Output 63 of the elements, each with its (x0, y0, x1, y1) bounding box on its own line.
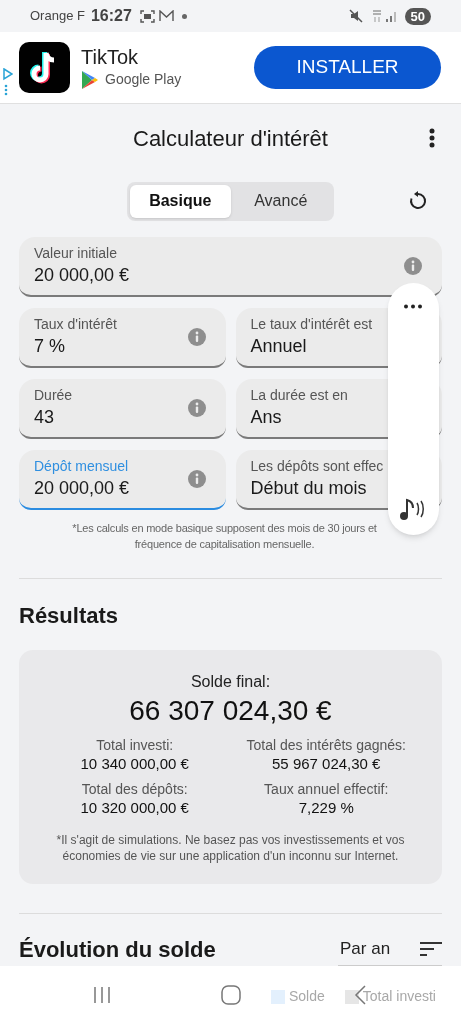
field-value: 43 (34, 406, 56, 429)
field-label: Durée (34, 386, 74, 404)
sound-note-icon[interactable] (399, 497, 427, 521)
mode-tab[interactable]: Avancé (230, 184, 331, 218)
stat-value: 10 320 000,00 € (80, 798, 189, 818)
field-label: La durée est en (250, 386, 349, 404)
app-name: TikTok (81, 45, 140, 69)
input-field[interactable]: Taux d'intérêt 7 % (19, 308, 226, 368)
note-text: *Les calculs en mode basique supposent des mois de 30 jours et (72, 521, 377, 536)
page-title: Calculateur d'intérêt (133, 125, 328, 153)
carrier-name: Orange F (30, 7, 85, 26)
note-text: fréquence de capitalisation mensuelle. (134, 537, 315, 552)
battery-indicator: 50 (404, 7, 431, 25)
signal-icon (370, 9, 399, 23)
field-label: Taux d'intérêt (34, 315, 118, 333)
final-value: 66 307 024,30 € (129, 694, 332, 728)
screenshot-icon (139, 9, 155, 23)
stat-label: Taux annuel effectif: (264, 780, 389, 798)
dot-icon (181, 13, 187, 19)
input-field[interactable]: Dépôt mensuel 20 000,00 € (19, 450, 226, 510)
stat-value: 10 340 000,00 € (80, 754, 189, 774)
more-menu-icon[interactable] (429, 128, 435, 148)
ad-choices-icon[interactable] (3, 68, 13, 98)
info-icon[interactable] (187, 328, 206, 346)
store-name: Google Play (105, 70, 182, 89)
stat-value: 55 967 024,30 € (272, 754, 381, 774)
mute-icon (348, 9, 363, 23)
clock: 16:27 (90, 6, 132, 26)
field-label: Le taux d'intérêt est (250, 315, 374, 333)
field-value: 7 % (34, 335, 67, 358)
mode-tab[interactable]: Basique (130, 184, 231, 218)
section-title: Évolution du solde (19, 935, 217, 964)
mail-icon (158, 10, 174, 22)
recent-apps-icon[interactable] (93, 987, 111, 1003)
field-label: Valeur initiale (34, 244, 118, 262)
legend-label: Total investi (362, 987, 436, 1006)
install-button[interactable]: INSTALLER (254, 46, 441, 89)
field-value: Ans (250, 406, 283, 429)
more-icon[interactable] (403, 304, 423, 309)
section-title: Résultats (19, 603, 119, 628)
info-icon[interactable] (187, 399, 206, 417)
play-store-icon (81, 69, 99, 90)
legend-label: Solde (289, 987, 325, 1006)
info-icon[interactable] (404, 257, 422, 275)
field-value: 20 000,00 € (34, 477, 131, 500)
input-field[interactable]: Valeur initiale 20 000,00 € (19, 237, 442, 297)
stat-label: Total des dépôts: (81, 780, 188, 798)
info-icon[interactable] (187, 470, 206, 488)
field-value: Début du mois (250, 477, 368, 500)
field-label: Dépôt mensuel (34, 457, 130, 475)
field-value: Annuel (250, 335, 308, 358)
stat-label: Total des intérêts gagnés: (246, 736, 406, 754)
app-logo (19, 42, 70, 93)
stat-value: 7,229 % (298, 798, 354, 818)
field-label: Les dépôts sont effec (250, 457, 385, 475)
final-label: Solde final: (190, 672, 271, 692)
field-value: 20 000,00 € (34, 264, 131, 287)
stat-label: Total investi: (96, 736, 174, 754)
home-icon[interactable] (221, 985, 241, 1005)
disclaimer-text: *Il s'agit de simulations. Ne basez pas vos investissements et vos économies de vie sur une application d'un inconnu sur Internet. (55, 832, 406, 864)
reset-icon[interactable] (408, 191, 428, 211)
input-field[interactable]: Durée 43 (19, 379, 226, 439)
sort-icon[interactable] (420, 941, 442, 956)
